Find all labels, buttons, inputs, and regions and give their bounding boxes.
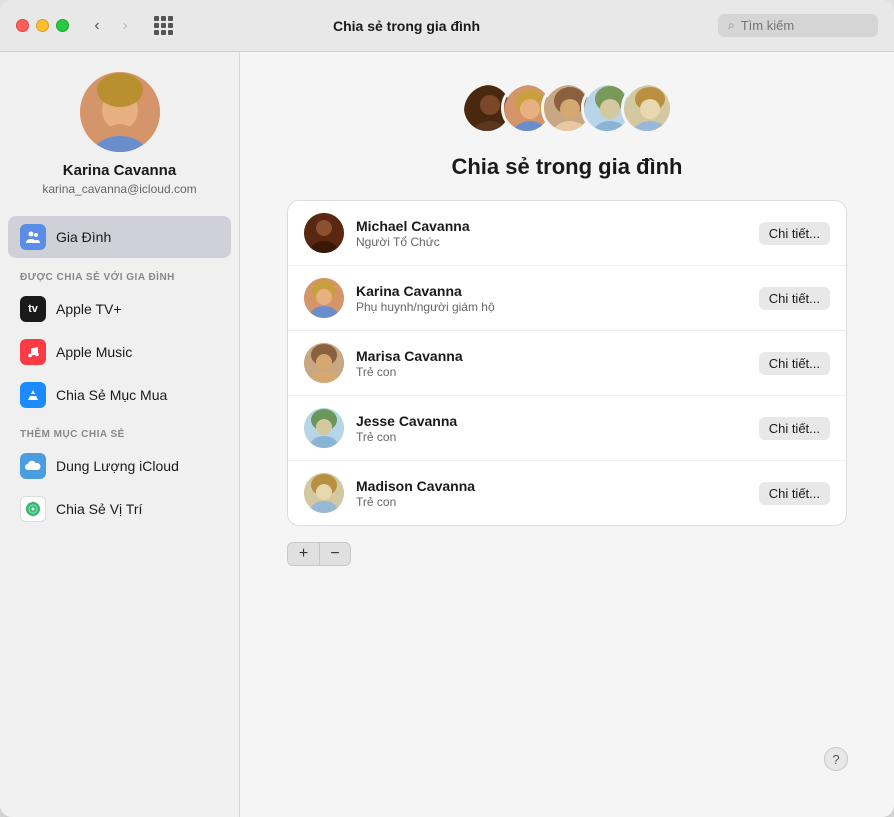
detail-button-marisa[interactable]: Chi tiết... [759,352,830,375]
search-box[interactable]: ⌕ [718,14,878,37]
user-name: Karina Cavanna [63,162,176,179]
member-role: Người Tổ Chức [356,235,747,249]
member-role: Phụ huynh/người giám hộ [356,300,747,314]
music-icon [20,339,46,365]
applemusic-label: Apple Music [56,344,132,360]
shared-section-label: ĐƯỢC CHIA SẺ VỚI GIA ĐÌNH [8,260,231,287]
detail-button-karina[interactable]: Chi tiết... [759,287,830,310]
sidebar-item-location[interactable]: Chia Sẻ Vị Trí [8,488,231,530]
member-avatar-karina [304,278,344,318]
member-name: Karina Cavanna [356,283,747,299]
appletv-label: Apple TV+ [56,301,122,317]
traffic-lights [16,19,69,32]
sidebar-item-icloud[interactable]: Dung Lượng iCloud [8,445,231,487]
appletv-icon: tv [20,296,46,322]
member-info-jesse: Jesse Cavanna Trẻ con [356,413,747,444]
maximize-button[interactable] [56,19,69,32]
app-window: ‹ › Chia sẻ trong gia đình ⌕ [0,0,894,817]
member-name: Madison Cavanna [356,478,747,494]
member-row: Madison Cavanna Trẻ con Chi tiết... [288,461,846,525]
main-content: Karina Cavanna karina_cavanna@icloud.com… [0,52,894,817]
action-buttons: + − [287,542,351,566]
user-profile-section: Karina Cavanna karina_cavanna@icloud.com [0,72,239,216]
sidebar: Karina Cavanna karina_cavanna@icloud.com… [0,52,240,817]
appstore-icon [20,382,46,408]
detail-button-michael[interactable]: Chi tiết... [759,222,830,245]
member-avatar-madison [304,473,344,513]
close-button[interactable] [16,19,29,32]
titlebar: ‹ › Chia sẻ trong gia đình ⌕ [0,0,894,52]
detail-area: Chia sẻ trong gia đình Mi [240,52,894,817]
page-title: Chia sẻ trong gia đình [451,154,682,180]
member-name: Marisa Cavanna [356,348,747,364]
member-info-marisa: Marisa Cavanna Trẻ con [356,348,747,379]
family-label: Gia Đình [56,229,111,245]
sidebar-nav: Gia Đình ĐƯỢC CHIA SẺ VỚI GIA ĐÌNH tv Ap… [0,216,239,531]
member-role: Trẻ con [356,430,747,444]
sidebar-item-purchase[interactable]: Chia Sẻ Mục Mua [8,374,231,416]
add-section-label: THÊM MỤC CHIA SẺ [8,417,231,444]
member-role: Trẻ con [356,495,747,509]
member-info-madison: Madison Cavanna Trẻ con [356,478,747,509]
window-title: Chia sẻ trong gia đình [107,18,706,34]
icloud-icon [20,453,46,479]
member-row: Michael Cavanna Người Tổ Chức Chi tiết..… [288,201,846,266]
avatar [80,72,160,152]
back-button[interactable]: ‹ [85,14,109,38]
location-label: Chia Sẻ Vị Trí [56,501,142,517]
family-icon [20,224,46,250]
member-info-karina: Karina Cavanna Phụ huynh/người giám hộ [356,283,747,314]
icloud-label: Dung Lượng iCloud [56,458,179,474]
family-avatars [461,82,673,134]
search-icon: ⌕ [728,18,735,33]
member-info-michael: Michael Cavanna Người Tổ Chức [356,218,747,249]
family-avatar-5 [621,82,673,134]
detail-wrapper: Chia sẻ trong gia đình Mi [270,82,864,787]
remove-member-button[interactable]: − [319,542,351,566]
member-role: Trẻ con [356,365,747,379]
detail-button-jesse[interactable]: Chi tiết... [759,417,830,440]
detail-button-madison[interactable]: Chi tiết... [759,482,830,505]
add-member-button[interactable]: + [287,542,319,566]
sidebar-item-family[interactable]: Gia Đình [8,216,231,258]
member-avatar-marisa [304,343,344,383]
sidebar-item-applemusic[interactable]: Apple Music [8,331,231,373]
member-row: Jesse Cavanna Trẻ con Chi tiết... [288,396,846,461]
search-input[interactable] [741,18,851,33]
minimize-button[interactable] [36,19,49,32]
member-name: Michael Cavanna [356,218,747,234]
purchase-label: Chia Sẻ Mục Mua [56,387,167,403]
member-avatar-michael [304,213,344,253]
location-icon [20,496,46,522]
member-name: Jesse Cavanna [356,413,747,429]
user-email: karina_cavanna@icloud.com [42,182,196,196]
member-avatar-jesse [304,408,344,448]
member-row: Marisa Cavanna Trẻ con Chi tiết... [288,331,846,396]
help-button[interactable]: ? [824,747,848,771]
member-row: Karina Cavanna Phụ huynh/người giám hộ C… [288,266,846,331]
sidebar-item-appletv[interactable]: tv Apple TV+ [8,288,231,330]
members-card: Michael Cavanna Người Tổ Chức Chi tiết..… [287,200,847,526]
